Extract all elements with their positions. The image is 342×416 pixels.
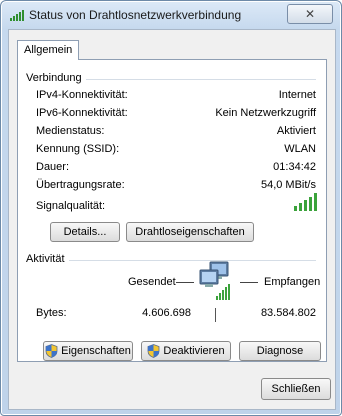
tab-allgemein[interactable]: Allgemein <box>17 40 80 60</box>
deactivate-button-label: Deaktivieren <box>163 345 225 357</box>
ipv4-label: IPv4-Konnektivität: <box>36 89 128 101</box>
ipv6-value: Kein Netzwerkzugriff <box>215 107 316 119</box>
close-icon: ✕ <box>304 7 316 21</box>
speed-value: 54,0 MBit/s <box>260 179 316 191</box>
details-button[interactable]: Details... <box>50 222 120 242</box>
wireless-properties-button[interactable]: Drahtloseigenschaften <box>126 222 254 242</box>
row-media-status: Medienstatus: Aktiviert <box>36 125 316 141</box>
close-button[interactable]: Schließen <box>261 378 331 400</box>
close-window-button[interactable]: ✕ <box>287 4 333 24</box>
ipv6-label: IPv6-Konnektivität: <box>36 107 128 119</box>
row-ipv4: IPv4-Konnektivität: Internet <box>36 89 316 105</box>
row-ssid: Kennung (SSID): WLAN <box>36 143 316 159</box>
media-status-value: Aktiviert <box>276 125 316 137</box>
bytes-label: Bytes: <box>36 307 67 319</box>
wireless-signal-icon <box>10 10 24 21</box>
bytes-received-value: 83.584.802 <box>260 307 316 319</box>
deactivate-button[interactable]: Deaktivieren <box>141 341 231 361</box>
media-status-label: Medienstatus: <box>36 125 105 137</box>
ipv4-value: Internet <box>278 89 316 101</box>
activity-group-label: Aktivität <box>26 253 69 265</box>
connection-group-label: Verbindung <box>26 72 86 84</box>
duration-label: Dauer: <box>36 161 70 173</box>
row-duration: Dauer: 01:34:42 <box>36 161 316 177</box>
duration-value: 01:34:42 <box>273 161 316 173</box>
dialog-client-area: Allgemein Verbindung IPv4-Konnektivität:… <box>8 29 336 410</box>
properties-button-label: Eigenschaften <box>61 345 131 357</box>
signal-strength-icon <box>294 193 318 211</box>
dialog-window: Status von Drahtlosnetzwerkverbindung ✕ … <box>0 0 342 416</box>
uac-shield-icon <box>148 344 160 358</box>
network-computers-icon <box>199 261 230 300</box>
received-label: Empfangen <box>264 276 321 288</box>
bytes-sent-value: 4.606.698 <box>142 307 191 319</box>
ssid-value: WLAN <box>284 143 316 155</box>
tab-panel-allgemein: Verbindung IPv4-Konnektivität: Internet … <box>17 59 327 362</box>
sent-line <box>176 282 194 283</box>
diagnose-button[interactable]: Diagnose <box>239 341 321 361</box>
row-speed: Übertragungsrate: 54,0 MBit/s <box>36 179 316 195</box>
speed-label: Übertragungsrate: <box>36 179 125 191</box>
row-signal-quality: Signalqualität: <box>36 200 316 216</box>
sent-label: Gesendet <box>128 276 176 288</box>
title-bar[interactable]: Status von Drahtlosnetzwerkverbindung ✕ <box>1 1 341 29</box>
uac-shield-icon <box>45 344 58 358</box>
activity-group-line <box>26 260 316 261</box>
ssid-label: Kennung (SSID): <box>36 143 120 155</box>
signal-quality-label: Signalqualität: <box>36 200 106 212</box>
bytes-divider <box>215 308 216 322</box>
received-line <box>240 282 258 283</box>
properties-button[interactable]: Eigenschaften <box>43 341 133 361</box>
window-title: Status von Drahtlosnetzwerkverbindung <box>29 8 242 22</box>
row-ipv6: IPv6-Konnektivität: Kein Netzwerkzugriff <box>36 107 316 123</box>
